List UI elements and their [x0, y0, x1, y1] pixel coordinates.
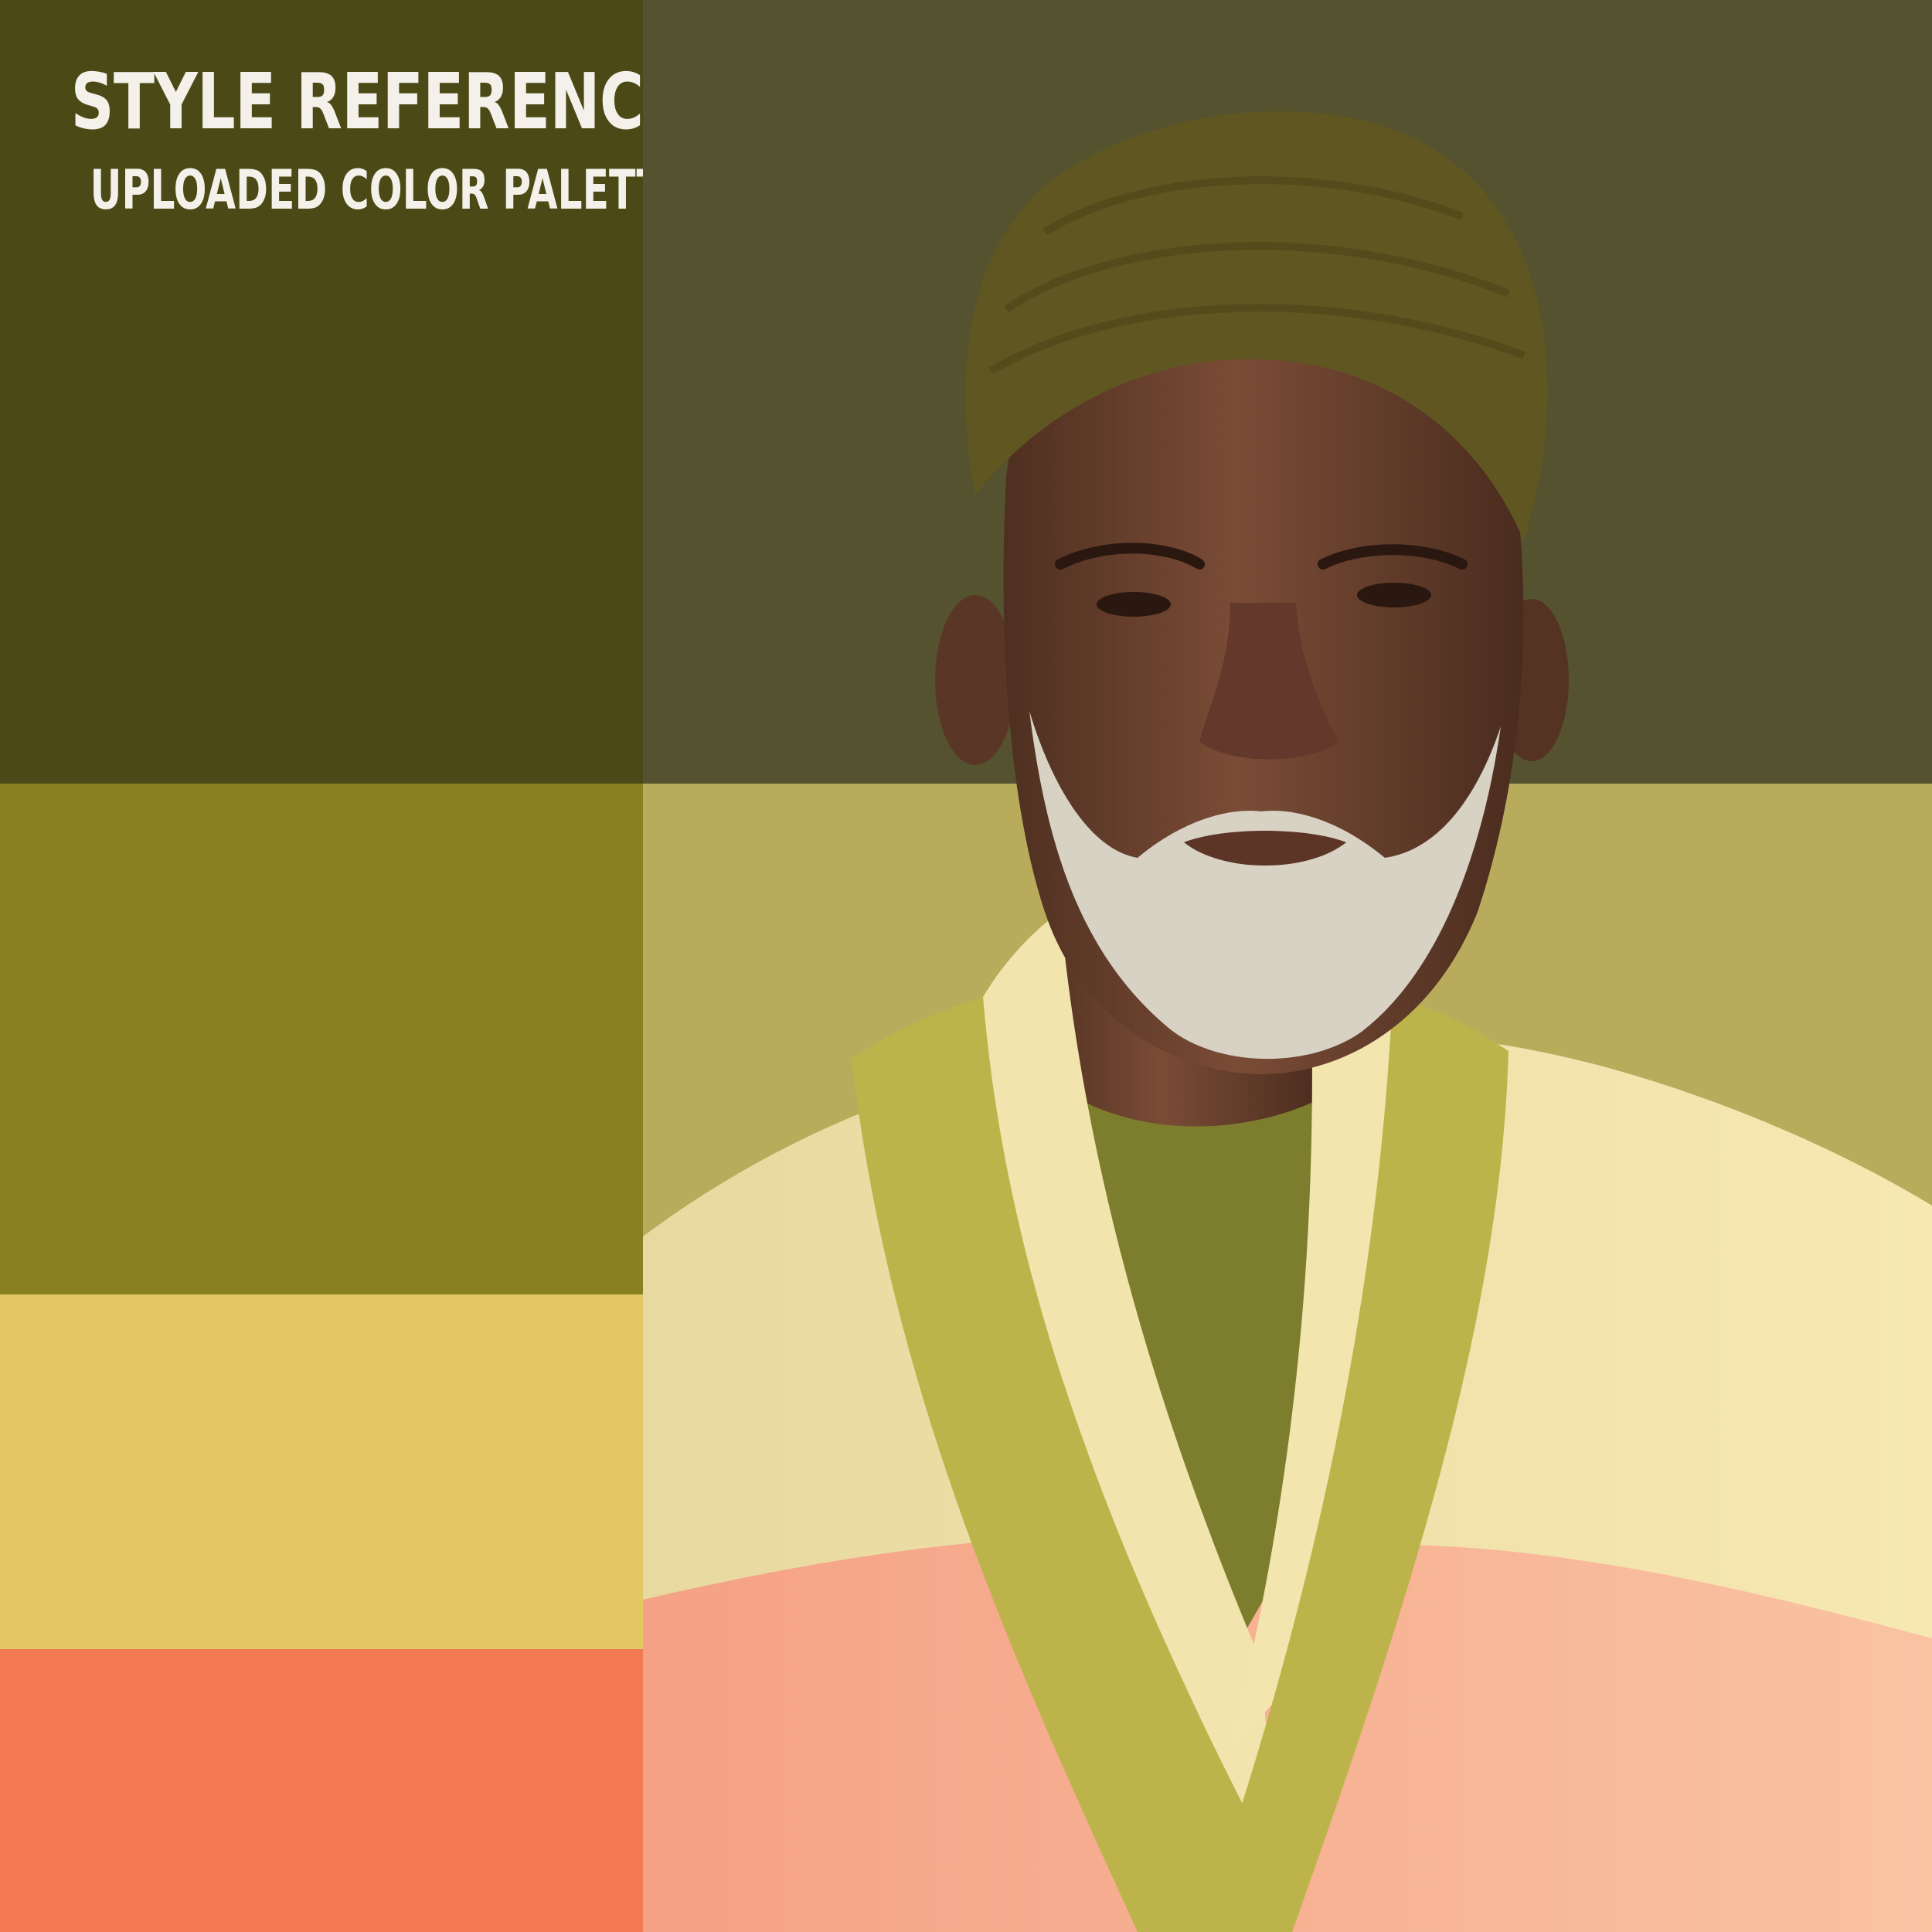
ear-left [935, 595, 1015, 765]
palette-swatch-olive [0, 784, 643, 1294]
eye-right [1357, 583, 1431, 607]
color-palette: STYLE REFERENCE: UPLOADED COLOR PALETTE [0, 0, 709, 1932]
page-subtitle: UPLOADED COLOR PALETTE [90, 158, 690, 222]
portrait-photo [643, 0, 1932, 1932]
portrait-illustration [643, 0, 1932, 1932]
style-reference-canvas: STYLE REFERENCE: UPLOADED COLOR PALETTE [0, 0, 1932, 1932]
palette-swatch-coral [0, 1649, 643, 1932]
page-title: STYLE REFERENCE: [70, 56, 709, 147]
eye-left [1097, 592, 1171, 617]
palette-swatch-mustard [0, 1294, 643, 1649]
